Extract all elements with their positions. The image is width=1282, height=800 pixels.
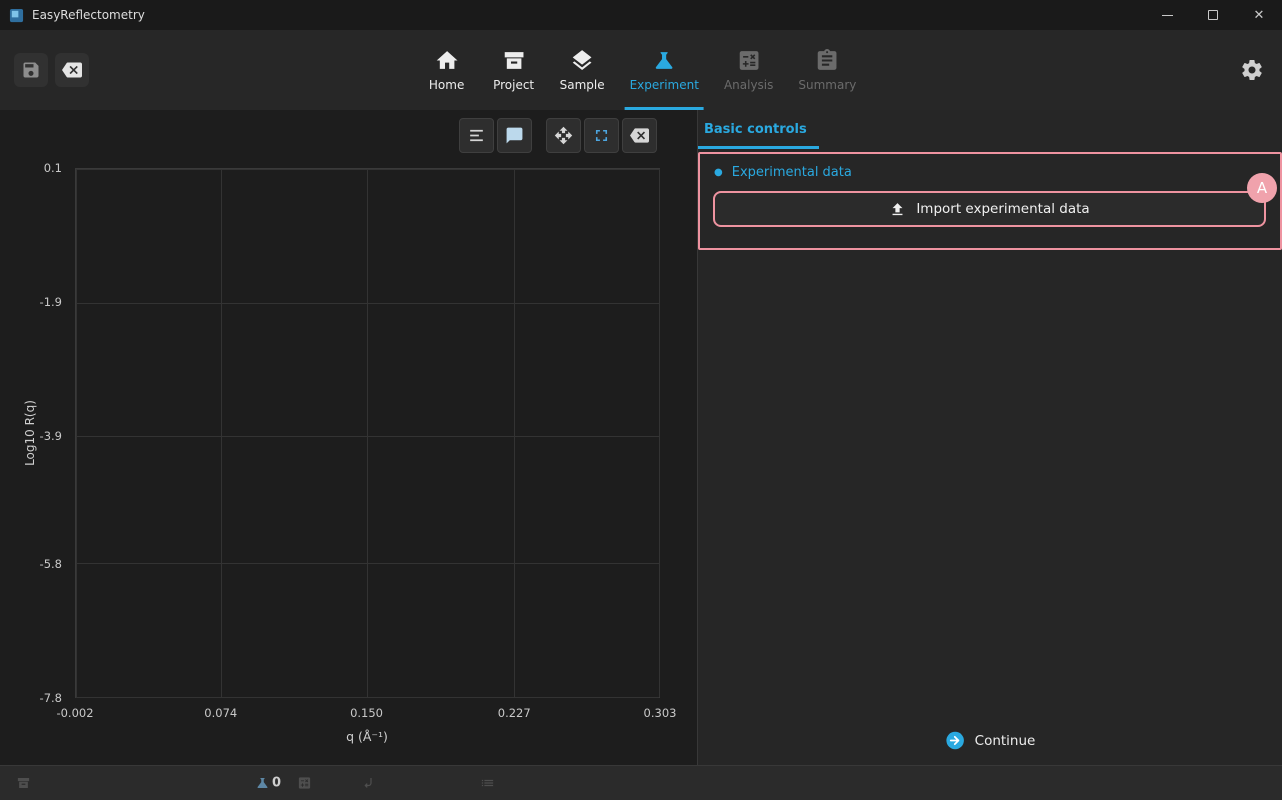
gridline-horizontal — [76, 697, 659, 698]
y-tick-label: -1.9 — [40, 295, 62, 309]
y-tick-label: -3.9 — [40, 429, 62, 443]
continue-button[interactable]: Continue — [945, 730, 1036, 751]
move-icon — [554, 126, 573, 145]
tab-label: Summary — [798, 78, 856, 92]
home-icon — [434, 48, 459, 73]
flask-icon — [652, 48, 677, 73]
tab-summary: Summary — [793, 30, 861, 110]
settings-button[interactable] — [1240, 58, 1264, 82]
tab-label: Experiment — [630, 78, 699, 92]
tab-basic-controls[interactable]: Basic controls — [698, 110, 819, 149]
statusbar: 0 — [0, 765, 1282, 800]
gridline-vertical — [76, 169, 77, 697]
align-left-icon — [467, 126, 486, 145]
project-status-icon — [16, 776, 31, 791]
y-axis-title: Log10 R(q) — [23, 400, 37, 466]
gridline-vertical — [221, 169, 222, 697]
expand-icon — [592, 126, 611, 145]
tab-label: Analysis — [724, 78, 773, 92]
clipboard-icon — [815, 48, 840, 73]
save-button — [14, 53, 48, 87]
titlebar: EasyReflectometry ✕ — [0, 0, 1282, 30]
plot-area[interactable] — [75, 168, 660, 698]
import-button-label: Import experimental data — [916, 201, 1089, 217]
arrow-status-icon — [361, 776, 376, 791]
minimize-button[interactable] — [1144, 0, 1190, 30]
calculator-status-icon — [297, 776, 312, 791]
chart-toolbar-left — [459, 118, 532, 153]
project-icon — [501, 48, 526, 73]
gridline-horizontal — [76, 169, 659, 170]
experiments-count: 0 — [272, 776, 281, 791]
gridline-horizontal — [76, 436, 659, 437]
header-toolbar: Home Project Sample Experiment Analysis … — [0, 30, 1282, 110]
calculator-icon — [736, 48, 761, 73]
tab-label: Project — [493, 78, 534, 92]
arrow-circle-right-icon — [945, 730, 966, 751]
chart-toolbar-right — [546, 118, 657, 153]
side-panel: Basic controls ● Experimental data Impor… — [697, 110, 1282, 765]
backspace-icon — [630, 126, 649, 145]
window-controls: ✕ — [1144, 0, 1282, 30]
continue-label: Continue — [975, 733, 1036, 749]
close-icon: ✕ — [1254, 9, 1265, 22]
fullscreen-button[interactable] — [584, 118, 619, 153]
maximize-button[interactable] — [1190, 0, 1236, 30]
app-icon — [9, 8, 24, 23]
save-icon — [21, 60, 41, 80]
clear-plot-button[interactable] — [622, 118, 657, 153]
layers-icon — [570, 48, 595, 73]
minimize-icon — [1162, 15, 1173, 16]
section-label: Experimental data — [732, 165, 852, 180]
x-tick-label: 0.074 — [204, 706, 237, 720]
y-tick-label: -7.8 — [40, 691, 62, 705]
tab-sample[interactable]: Sample — [555, 30, 610, 110]
upload-icon — [889, 201, 906, 218]
comment-icon — [505, 126, 524, 145]
gridline-horizontal — [76, 563, 659, 564]
gridline-vertical — [367, 169, 368, 697]
x-axis-labels: -0.0020.0740.1500.2270.303 — [75, 706, 660, 722]
bullet-icon: ● — [714, 168, 723, 178]
reset-state-button[interactable] — [55, 53, 89, 87]
gridline-vertical — [514, 169, 515, 697]
chart-region: 0.1 -1.9 -3.9 -5.8 -7.8 -0.002 0.074 0.150 0.22… — [0, 110, 697, 765]
nav-tabs: Home Project Sample Experiment Analysis … — [421, 30, 862, 110]
tab-analysis: Analysis — [719, 30, 778, 110]
gear-icon — [1240, 58, 1264, 82]
x-tick-label: 0.150 — [350, 706, 383, 720]
tab-experiment[interactable]: Experiment — [625, 30, 704, 110]
import-experimental-data-button[interactable]: Import experimental data — [713, 191, 1266, 227]
x-axis-title: q (Å⁻¹) — [346, 729, 388, 744]
x-tick-label: -0.002 — [56, 706, 93, 720]
gridline-vertical — [659, 169, 660, 697]
tab-label: Home — [429, 78, 464, 92]
x-tick-label: 0.227 — [498, 706, 531, 720]
y-tick-label: 0.1 — [44, 161, 62, 175]
close-button[interactable]: ✕ — [1236, 0, 1282, 30]
tab-label: Sample — [560, 78, 605, 92]
list-status-icon — [480, 776, 495, 791]
tab-project[interactable]: Project — [488, 30, 540, 110]
experiments-icon — [255, 776, 270, 791]
header-left-buttons — [14, 53, 89, 87]
maximize-icon — [1208, 10, 1218, 20]
experimental-data-group: ● Experimental data Import experimental … — [698, 152, 1282, 250]
x-tick-label: 0.303 — [644, 706, 677, 720]
pan-button[interactable] — [546, 118, 581, 153]
annotation-badge-a: A — [1247, 173, 1277, 203]
hover-info-button[interactable] — [497, 118, 532, 153]
section-header: ● Experimental data — [700, 154, 1280, 180]
window-title: EasyReflectometry — [32, 8, 145, 22]
legend-toggle-button[interactable] — [459, 118, 494, 153]
tab-home[interactable]: Home — [421, 30, 473, 110]
y-tick-label: -5.8 — [40, 557, 62, 571]
gridline-horizontal — [76, 303, 659, 304]
backspace-icon — [62, 60, 82, 80]
